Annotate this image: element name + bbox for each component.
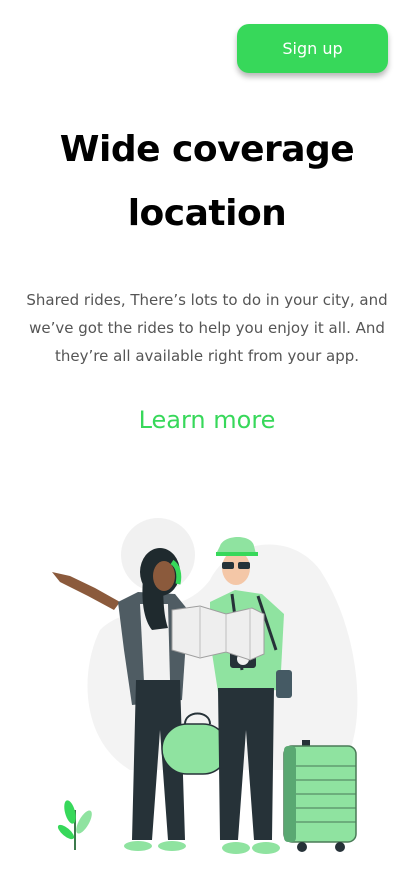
suitcase-icon xyxy=(283,740,357,852)
sign-up-button[interactable]: Sign up xyxy=(237,24,388,73)
description-text: Shared rides, There’s lots to do in your… xyxy=(26,291,388,365)
plant-icon xyxy=(57,800,92,850)
page-title: Wide coverage location xyxy=(0,118,414,246)
travelers-illustration xyxy=(52,518,358,854)
title-line-2: location xyxy=(127,193,287,234)
learn-more-link[interactable]: Learn more xyxy=(0,406,414,434)
title-line-1: Wide coverage xyxy=(59,129,355,170)
